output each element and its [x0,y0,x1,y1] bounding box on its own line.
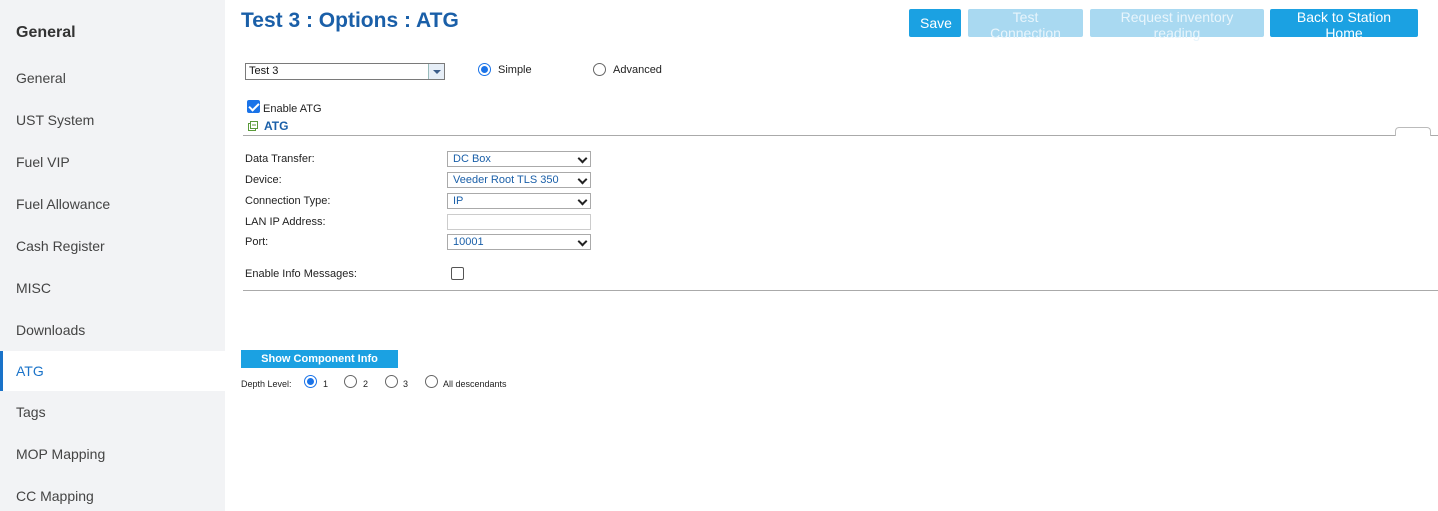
enable-info-messages-checkbox[interactable] [451,267,464,280]
section-divider-bottom [243,290,1438,291]
sidebar-item-label: MISC [16,280,51,296]
enable-info-messages-label: Enable Info Messages: [245,268,357,280]
sidebar-item-fuel-allowance[interactable]: Fuel Allowance [0,184,225,224]
mode-simple-label: Simple [498,64,532,76]
sidebar-item-ust-system[interactable]: UST System [0,100,225,140]
section-title-atg: ATG [264,119,289,133]
sidebar-item-label: Cash Register [16,238,105,254]
section-tab-stub [1395,127,1431,136]
depth-all-radio[interactable] [425,375,438,388]
connection-type-select[interactable]: IP [447,193,591,209]
sidebar-item-label: Downloads [16,322,86,338]
sidebar-item-label: General [16,70,66,86]
sidebar: General General UST System Fuel VIP Fuel… [0,0,225,511]
data-transfer-value: DC Box [453,153,491,165]
mode-advanced-radio[interactable] [593,63,606,76]
expand-icon[interactable] [248,121,258,131]
sidebar-item-mop-mapping[interactable]: MOP Mapping [0,434,225,474]
port-label: Port: [245,236,269,248]
sidebar-item-label: Fuel Allowance [16,196,111,212]
sidebar-header: General [16,24,76,41]
sidebar-item-label: ATG [16,363,44,379]
sidebar-item-downloads[interactable]: Downloads [0,310,225,350]
data-transfer-label: Data Transfer: [245,153,315,165]
sidebar-item-label: MOP Mapping [16,446,106,462]
port-select[interactable]: 10001 [447,234,591,250]
device-select[interactable]: Veeder Root TLS 350 [447,172,591,188]
connection-type-label: Connection Type: [245,195,331,207]
station-select[interactable]: Test 3 [245,63,445,80]
show-component-info-button[interactable]: Show Component Info [241,350,398,368]
enable-atg-label: Enable ATG [263,103,322,115]
sidebar-item-label: Fuel VIP [16,154,70,170]
sidebar-item-general[interactable]: General [0,58,225,98]
depth-1-radio[interactable] [304,375,317,388]
device-label: Device: [245,174,282,186]
chevron-down-icon [577,236,588,247]
app-root: General General UST System Fuel VIP Fuel… [0,0,1438,511]
sidebar-item-label: Tags [16,404,46,420]
mode-simple-radio[interactable] [478,63,491,76]
port-value: 10001 [453,236,484,248]
lan-ip-label: LAN IP Address: [245,216,326,228]
mode-advanced-label: Advanced [613,64,662,76]
enable-atg-checkbox[interactable] [247,100,260,113]
data-transfer-select[interactable]: DC Box [447,151,591,167]
sidebar-item-misc[interactable]: MISC [0,268,225,308]
chevron-down-icon [577,174,588,185]
depth-2-radio[interactable] [344,375,357,388]
save-button[interactable]: Save [909,9,961,37]
depth-2-label: 2 [363,379,369,389]
depth-level-label: Depth Level: [241,379,292,389]
section-divider-top [243,135,1438,136]
request-inventory-button[interactable]: Request inventory reading [1090,9,1264,41]
station-select-value: Test 3 [249,65,279,77]
chevron-down-icon [577,153,588,164]
connection-type-value: IP [453,195,464,207]
back-to-station-home-button[interactable]: Back to Station Home [1270,9,1418,41]
sidebar-item-cc-mapping[interactable]: CC Mapping [0,476,225,511]
sidebar-item-cash-register[interactable]: Cash Register [0,226,225,266]
depth-3-label: 3 [403,379,409,389]
chevron-down-icon [577,195,588,206]
test-connection-button[interactable]: Test Connection [968,9,1083,41]
sidebar-item-fuel-vip[interactable]: Fuel VIP [0,142,225,182]
sidebar-item-label: CC Mapping [16,488,94,504]
page-title: Test 3 : Options : ATG [241,9,459,32]
device-value: Veeder Root TLS 350 [453,174,559,186]
depth-1-label: 1 [323,379,329,389]
sidebar-item-label: UST System [16,112,95,128]
sidebar-item-tags[interactable]: Tags [0,392,225,432]
depth-all-label: All descendants [443,379,507,389]
dropdown-arrow-icon[interactable] [428,64,444,79]
sidebar-item-atg[interactable]: ATG [0,351,225,391]
depth-3-radio[interactable] [385,375,398,388]
lan-ip-input[interactable] [447,214,591,230]
